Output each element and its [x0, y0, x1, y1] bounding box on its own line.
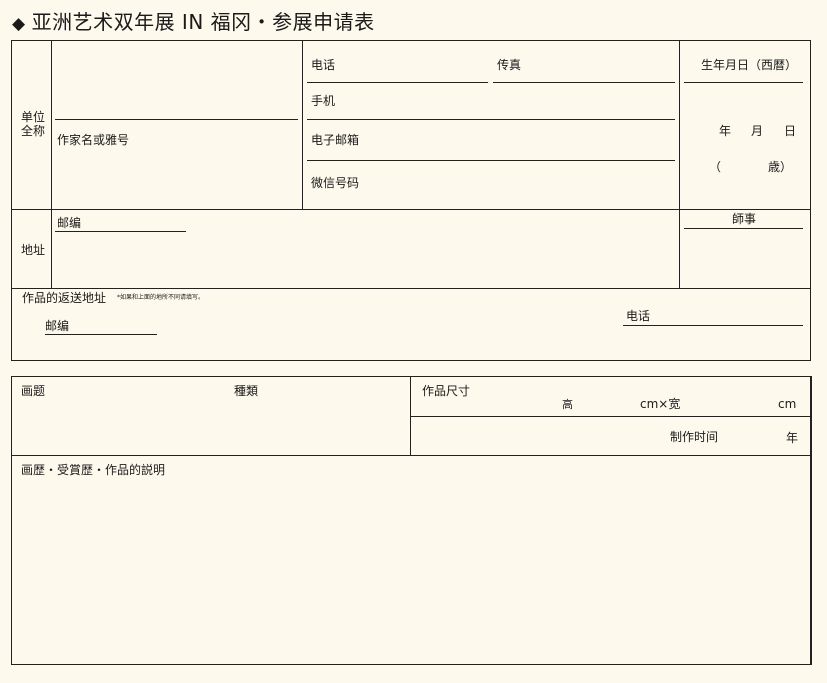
postcode-label: 邮编: [57, 216, 82, 230]
teacher-field[interactable]: [684, 232, 806, 286]
return-address-note: *如果和上面的地所不同请填写。: [117, 294, 205, 301]
divider: [302, 40, 303, 210]
phone-underline: [307, 82, 488, 83]
email-underline: [307, 160, 675, 161]
phone-label: 电话: [311, 58, 336, 72]
unit-name-underline: [55, 119, 298, 120]
size-label: 作品尺寸: [422, 384, 471, 398]
type-label: 種類: [234, 384, 259, 398]
divider: [11, 455, 811, 456]
artist-name-label: 作家名或雅号: [57, 133, 130, 147]
return-phone-underline: [623, 325, 803, 326]
birth-year-label: 年: [719, 124, 732, 138]
height-label: 高: [562, 398, 573, 411]
return-phone-label: 电话: [626, 309, 651, 323]
mobile-label: 手机: [311, 94, 336, 108]
fax-field[interactable]: [525, 52, 675, 80]
return-phone-field[interactable]: [652, 305, 802, 325]
postcode-field[interactable]: [84, 212, 184, 230]
divider: [11, 288, 811, 289]
age-suffix-label: 歳）: [768, 160, 793, 174]
wechat-field[interactable]: [365, 168, 675, 204]
birth-date-underline: [684, 82, 803, 83]
age-field[interactable]: [725, 154, 765, 178]
history-label: 画歴・受賞歴・作品的説明: [21, 463, 166, 477]
production-year-field[interactable]: [722, 424, 782, 448]
divider: [679, 40, 680, 289]
return-postcode-label: 邮编: [45, 319, 70, 333]
painting-title-label: 画题: [21, 384, 46, 398]
mobile-underline: [307, 119, 675, 120]
page-title: ◆ 亚洲艺术双年展 IN 福冈・参展申请表: [12, 6, 375, 35]
painting-title-field[interactable]: [15, 400, 230, 452]
divider: [810, 376, 812, 665]
phone-field[interactable]: [340, 52, 488, 80]
return-address-label: 作品的返送地址: [22, 291, 107, 305]
email-label: 电子邮箱: [311, 133, 360, 147]
unit-label-line2: 全称: [21, 124, 46, 138]
teacher-label: 師事: [732, 212, 757, 226]
production-year-label: 年: [786, 431, 799, 445]
birth-date-label: 生年月日（西暦）: [701, 58, 798, 72]
birth-day-field[interactable]: [765, 118, 783, 142]
artist-name-field[interactable]: [55, 150, 298, 205]
width-field[interactable]: [684, 394, 774, 412]
cm-label: cm: [778, 397, 797, 411]
fax-label: 传真: [497, 58, 522, 72]
divider: [11, 209, 811, 210]
history-field[interactable]: [15, 482, 805, 660]
fax-underline: [493, 82, 675, 83]
page-title-text: 亚洲艺术双年展 IN 福冈・参展申请表: [31, 10, 375, 34]
height-field[interactable]: [578, 394, 636, 412]
wechat-label: 微信号码: [311, 176, 360, 190]
divider: [51, 40, 52, 289]
return-postcode-underline: [45, 334, 157, 335]
production-time-label: 制作时间: [670, 430, 719, 444]
type-field[interactable]: [234, 400, 406, 452]
email-field[interactable]: [365, 126, 675, 159]
address-label: 地址: [21, 243, 46, 257]
teacher-underline: [684, 228, 803, 229]
postcode-underline: [55, 231, 186, 232]
return-address-field[interactable]: [160, 305, 620, 355]
divider: [410, 416, 811, 417]
cm-width-label: cm×宽: [640, 397, 681, 411]
birth-month-label: 月: [751, 124, 764, 138]
birth-day-label: 日: [784, 124, 797, 138]
unit-name-field[interactable]: [55, 45, 298, 118]
address-field[interactable]: [55, 236, 675, 286]
mobile-field[interactable]: [345, 88, 675, 118]
age-open-paren: （: [709, 160, 722, 174]
diamond-icon: ◆: [12, 14, 26, 34]
unit-label-line1: 单位: [21, 110, 46, 124]
birth-year-field[interactable]: [685, 118, 717, 142]
birth-month-field[interactable]: [732, 118, 750, 142]
return-postcode-field[interactable]: [72, 316, 157, 334]
